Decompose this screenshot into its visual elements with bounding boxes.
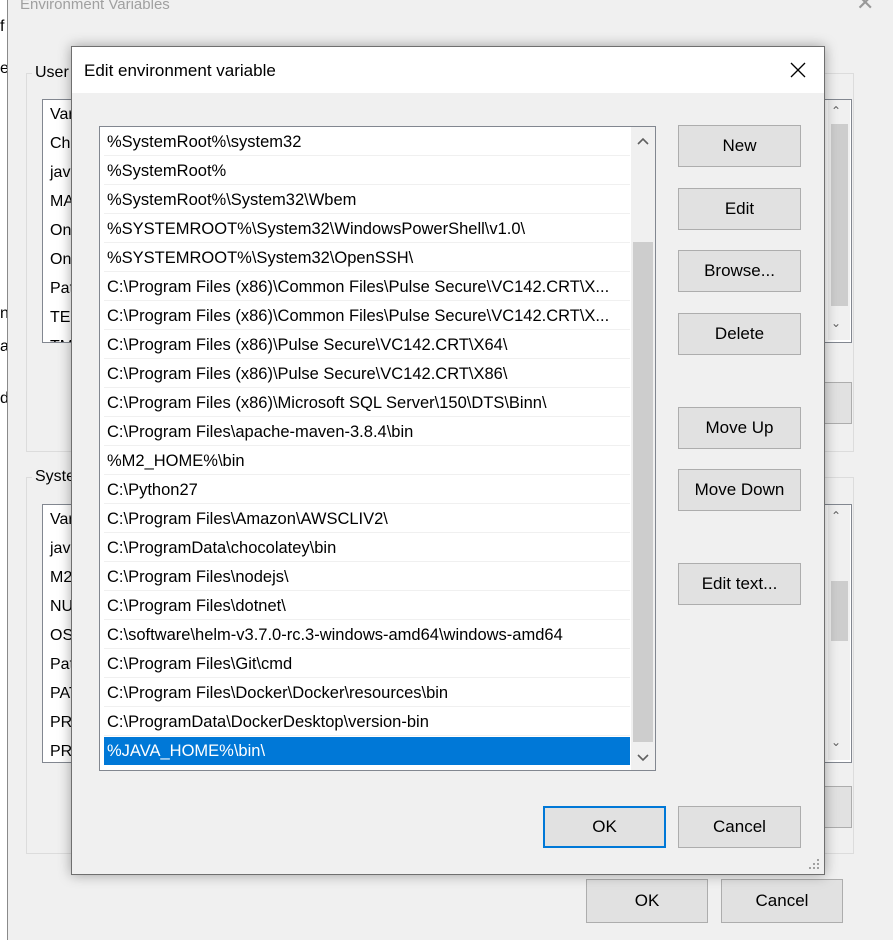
- path-item[interactable]: %M2_HOME%\bin: [104, 447, 630, 475]
- path-item-selected[interactable]: %JAVA_HOME%\bin\: [104, 737, 630, 765]
- path-item[interactable]: C:\Program Files (x86)\Common Files\Puls…: [104, 273, 630, 301]
- path-item[interactable]: C:\Program Files\dotnet\: [104, 592, 630, 620]
- path-item[interactable]: C:\Python27: [104, 476, 630, 504]
- edit-text-button[interactable]: Edit text...: [678, 563, 801, 605]
- path-item[interactable]: %SYSTEMROOT%\System32\OpenSSH\: [104, 244, 630, 272]
- user-list-scrollbar[interactable]: ⌃ ⌄: [828, 100, 850, 340]
- background-text-fragment: e: [0, 60, 7, 77]
- path-item[interactable]: C:\Program Files (x86)\Pulse Secure\VC14…: [104, 360, 630, 388]
- outer-window-title: Environment Variables: [20, 0, 170, 13]
- path-item[interactable]: C:\software\helm-v3.7.0-rc.3-windows-amd…: [104, 621, 630, 649]
- path-item[interactable]: C:\Program Files\Amazon\AWSCLIV2\: [104, 505, 630, 533]
- close-button[interactable]: [778, 52, 818, 88]
- edit-button[interactable]: Edit: [678, 188, 801, 230]
- dialog-titlebar: Edit environment variable: [72, 47, 824, 93]
- resize-grip-icon[interactable]: [808, 858, 820, 870]
- cancel-button[interactable]: Cancel: [678, 806, 801, 848]
- background-text-fragment: f: [0, 18, 5, 35]
- move-down-button[interactable]: Move Down: [678, 469, 801, 511]
- path-item[interactable]: C:\ProgramData\DockerDesktop\version-bin: [104, 708, 630, 736]
- outer-cancel-button[interactable]: Cancel: [721, 879, 843, 923]
- scroll-down-icon[interactable]: ⌄: [831, 316, 841, 330]
- path-item[interactable]: %SystemRoot%\System32\Wbem: [104, 186, 630, 214]
- path-item[interactable]: C:\Program Files (x86)\Microsoft SQL Ser…: [104, 389, 630, 417]
- path-item[interactable]: C:\Program Files\Git\cmd: [104, 650, 630, 678]
- background-text-fragment: a: [0, 338, 7, 355]
- move-up-button[interactable]: Move Up: [678, 407, 801, 449]
- path-list-scrollbar[interactable]: [631, 127, 655, 770]
- new-button[interactable]: New: [678, 125, 801, 167]
- delete-button[interactable]: Delete: [678, 313, 801, 355]
- path-item[interactable]: %SystemRoot%: [104, 157, 630, 185]
- edit-environment-variable-dialog: Edit environment variable %SystemRoot%\s…: [71, 46, 825, 875]
- path-item[interactable]: %SystemRoot%\system32: [104, 128, 630, 156]
- dialog-title: Edit environment variable: [84, 61, 276, 80]
- scroll-thumb[interactable]: [633, 242, 653, 742]
- browse-button[interactable]: Browse...: [678, 250, 801, 292]
- background-window-edge: f e na d: [0, 0, 7, 919]
- path-item[interactable]: C:\Program Files (x86)\Pulse Secure\VC14…: [104, 331, 630, 359]
- scroll-up-button[interactable]: [631, 130, 655, 152]
- outer-close-icon[interactable]: ✕: [856, 0, 874, 16]
- path-item[interactable]: C:\Program Files (x86)\Common Files\Puls…: [104, 302, 630, 330]
- close-icon: [790, 62, 806, 78]
- scroll-up-icon[interactable]: ⌃: [831, 509, 841, 523]
- ok-button[interactable]: OK: [543, 806, 666, 848]
- background-text-fragment: d: [0, 390, 7, 407]
- scroll-up-icon[interactable]: ⌃: [831, 104, 841, 118]
- path-item[interactable]: C:\Program Files\apache-maven-3.8.4\bin: [104, 418, 630, 446]
- chevron-up-icon: [637, 137, 649, 145]
- outer-ok-button[interactable]: OK: [586, 879, 708, 923]
- background-text-fragment: n: [0, 305, 7, 322]
- scroll-down-icon[interactable]: ⌄: [831, 735, 841, 749]
- path-list[interactable]: %SystemRoot%\system32 %SystemRoot% %System…: [99, 126, 656, 771]
- user-variables-label: User: [32, 64, 72, 82]
- path-item[interactable]: %SYSTEMROOT%\System32\WindowsPowerShell\…: [104, 215, 630, 243]
- system-list-scrollbar[interactable]: ⌃ ⌄: [828, 505, 850, 760]
- path-item[interactable]: C:\Program Files\Docker\Docker\resources…: [104, 679, 630, 707]
- chevron-down-icon: [637, 754, 649, 762]
- path-item[interactable]: C:\ProgramData\chocolatey\bin: [104, 534, 630, 562]
- path-item[interactable]: C:\Program Files\nodejs\: [104, 563, 630, 591]
- scroll-down-button[interactable]: [631, 747, 655, 769]
